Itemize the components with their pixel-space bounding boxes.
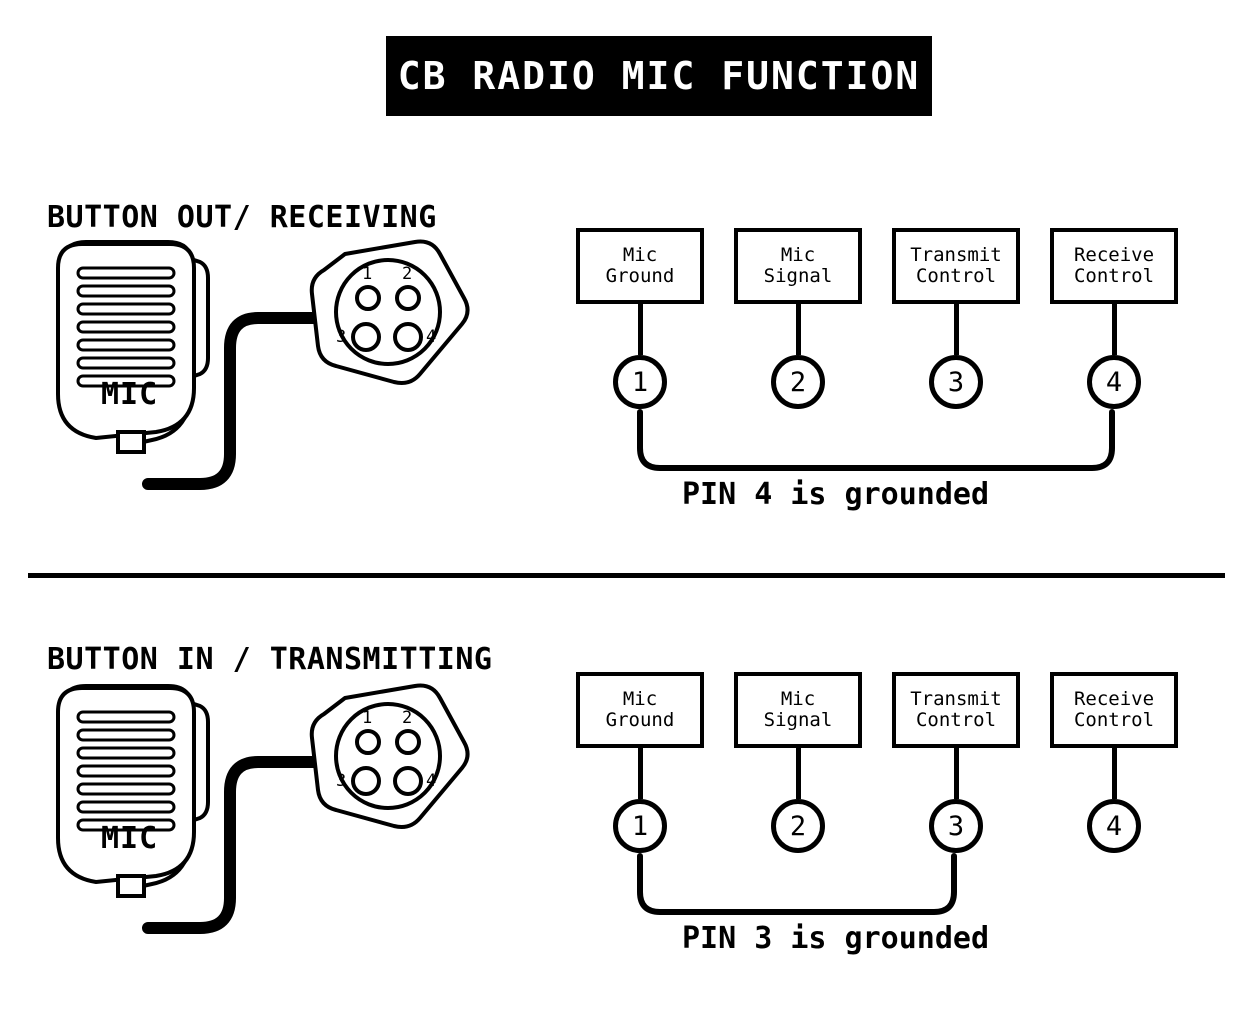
connector-pin-label-2: 2 <box>402 708 413 728</box>
pin-stem <box>954 748 959 799</box>
pin-hole-2 <box>395 285 421 311</box>
connector-pin-label-3: 3 <box>336 327 347 347</box>
pin-box-line-2: Control <box>1073 709 1155 731</box>
pin-number: 4 <box>1105 366 1123 398</box>
pin-hole-4 <box>393 766 423 796</box>
pin-stem <box>796 304 801 355</box>
pin-box-transmit-control: Transmit Control <box>892 672 1020 748</box>
pin-box-line-1: Transmit <box>910 243 1002 266</box>
connector-pin-label-1: 1 <box>362 264 373 284</box>
pin-box-line-1: Receive <box>1073 243 1155 266</box>
pin-hole-2 <box>395 729 421 755</box>
connector-pin-label-1: 1 <box>362 708 373 728</box>
pin-circle-2: 2 <box>771 799 825 853</box>
pin-box-line-2: Ground <box>605 709 675 731</box>
connector-pin-label-4: 4 <box>426 327 437 347</box>
pin-hole-3 <box>351 766 381 796</box>
pin-circle-1: 1 <box>613 355 667 409</box>
pin-box-line-1: Transmit <box>910 687 1002 710</box>
pin-number: 1 <box>631 810 649 842</box>
title-banner: CB RADIO MIC FUNCTION <box>386 36 932 116</box>
pin-box-mic-ground: Mic Ground <box>576 228 704 304</box>
pin-box-line-2: Ground <box>605 265 675 287</box>
pin-hole-3 <box>351 322 381 352</box>
pin-box-line-1: Mic <box>780 687 816 710</box>
connector-pin-label-3: 3 <box>336 771 347 791</box>
pin-box-receive-control: Receive Control <box>1050 228 1178 304</box>
section-heading-receiving: BUTTON OUT/ RECEIVING <box>47 200 437 235</box>
pin-box-receive-control: Receive Control <box>1050 672 1178 748</box>
mic-illustration-receiving: 1 2 3 4 MIC <box>40 236 500 530</box>
ground-caption-receiving: PIN 4 is grounded <box>682 477 990 512</box>
diagram-canvas: CB RADIO MIC FUNCTION BUTTON OUT/ RECEIV… <box>0 0 1253 1024</box>
pin-box-mic-signal: Mic Signal <box>734 672 862 748</box>
section-divider <box>28 573 1225 578</box>
pin-stem <box>638 304 643 355</box>
connector-pin-label-2: 2 <box>402 264 413 284</box>
pin-box-line-2: Signal <box>763 265 833 287</box>
pin-box-mic-ground: Mic Ground <box>576 672 704 748</box>
pin-stem <box>954 304 959 355</box>
pin-box-line-2: Control <box>1073 265 1155 287</box>
pin-box-line-1: Mic <box>780 243 816 266</box>
pin-circle-3: 3 <box>929 355 983 409</box>
mic-grille <box>76 266 176 388</box>
pin-box-line-2: Control <box>915 265 997 287</box>
pin-circle-3: 3 <box>929 799 983 853</box>
ground-caption-transmitting: PIN 3 is grounded <box>682 921 990 956</box>
pin-stem <box>1112 748 1117 799</box>
pin-number: 2 <box>789 810 807 842</box>
pin-circle-2: 2 <box>771 355 825 409</box>
pin-stem <box>796 748 801 799</box>
pin-box-line-1: Receive <box>1073 687 1155 710</box>
pin-number: 2 <box>789 366 807 398</box>
pin-number: 1 <box>631 366 649 398</box>
pin-number: 3 <box>947 366 965 398</box>
pin-box-line-2: Control <box>915 709 997 731</box>
pin-box-transmit-control: Transmit Control <box>892 228 1020 304</box>
pin-hole-1 <box>355 285 381 311</box>
pin-box-mic-signal: Mic Signal <box>734 228 862 304</box>
pin-stem <box>1112 304 1117 355</box>
mic-connector-nub <box>116 874 146 898</box>
pin-number: 4 <box>1105 810 1123 842</box>
mic-grille <box>76 710 176 832</box>
mic-illustration-transmitting: 1 2 3 4 MIC <box>40 680 500 974</box>
pin-box-line-1: Mic <box>622 243 658 266</box>
section-heading-transmitting: BUTTON IN / TRANSMITTING <box>47 642 493 677</box>
connector-plug <box>309 239 470 385</box>
pin-circle-4: 4 <box>1087 799 1141 853</box>
connector-plug <box>309 683 470 829</box>
page-title: CB RADIO MIC FUNCTION <box>397 54 921 98</box>
mic-body-label: MIC <box>101 377 159 412</box>
pin-circle-1: 1 <box>613 799 667 853</box>
pin-number: 3 <box>947 810 965 842</box>
connector-pin-label-4: 4 <box>426 771 437 791</box>
pin-circle-4: 4 <box>1087 355 1141 409</box>
pin-stem <box>638 748 643 799</box>
mic-body-label: MIC <box>101 821 159 856</box>
pin-hole-1 <box>355 729 381 755</box>
mic-connector-nub <box>116 430 146 454</box>
pin-hole-4 <box>393 322 423 352</box>
pin-box-line-1: Mic <box>622 687 658 710</box>
pin-box-line-2: Signal <box>763 709 833 731</box>
